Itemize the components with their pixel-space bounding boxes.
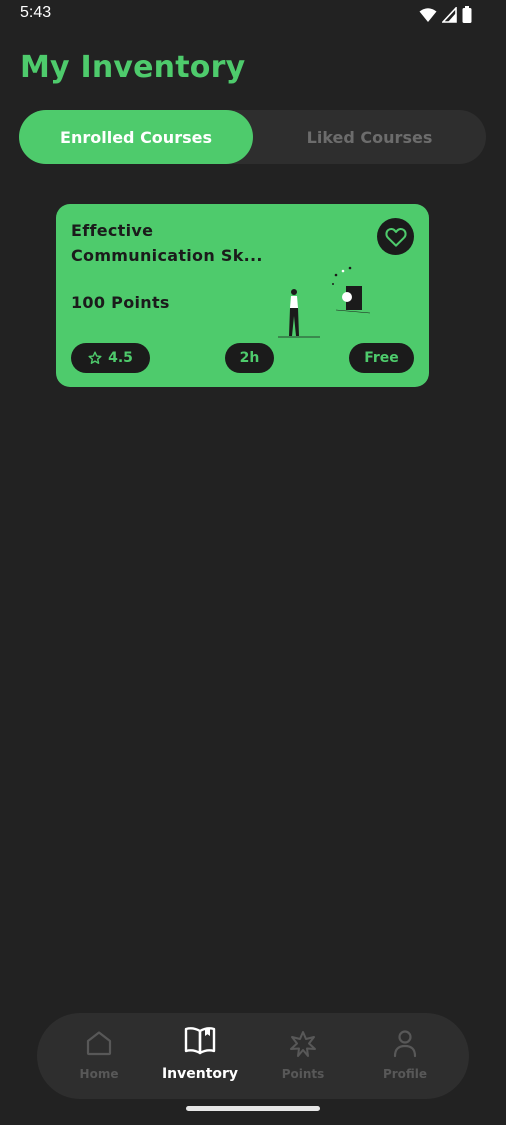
home-icon: [86, 1031, 112, 1056]
nav-item-profile[interactable]: Profile: [355, 1013, 455, 1099]
star-outline-icon: [88, 351, 102, 364]
nav-item-inventory[interactable]: Inventory: [150, 1013, 250, 1099]
person-icon: [393, 1030, 417, 1058]
nav-item-points[interactable]: Points: [253, 1013, 353, 1099]
signal-icon: [442, 6, 457, 23]
duration-badge: 2h: [225, 343, 274, 373]
wifi-icon: [419, 7, 437, 22]
tab-liked-courses[interactable]: Liked Courses: [253, 110, 486, 164]
course-points: 100 Points: [71, 293, 170, 312]
course-title: Effective Communication Sk...: [71, 221, 263, 265]
page-title: My Inventory: [20, 50, 246, 85]
course-tabs: Enrolled Courses Liked Courses: [19, 110, 486, 164]
book-icon: [184, 1027, 216, 1055]
nav-label-inventory: Inventory: [161, 1066, 239, 1082]
nav-label-home: Home: [79, 1067, 119, 1081]
status-bar: 5:43: [0, 0, 506, 30]
course-card[interactable]: Effective Communication Sk... 100 Points: [56, 204, 429, 387]
status-time: 5:43: [20, 4, 52, 21]
tab-enrolled-courses[interactable]: Enrolled Courses: [19, 110, 253, 164]
nav-label-profile: Profile: [382, 1067, 428, 1081]
nav-item-home[interactable]: Home: [49, 1013, 149, 1099]
bottom-nav: Home Inventory Points Profile: [37, 1013, 469, 1099]
rating-badge: 4.5: [71, 343, 150, 373]
status-icons: [419, 6, 472, 23]
inventory-screen: 5:43 My Inventory Enrolled Courses Liked…: [0, 0, 506, 1125]
home-indicator[interactable]: [186, 1106, 320, 1111]
rating-value: 4.5: [108, 350, 133, 366]
price-badge: Free: [349, 343, 414, 373]
badge-icon: [290, 1031, 316, 1057]
heart-outline-icon: [384, 227, 407, 247]
like-button[interactable]: [377, 218, 414, 255]
battery-icon: [462, 6, 472, 23]
nav-label-points: Points: [281, 1067, 325, 1081]
course-illustration: [278, 266, 371, 338]
